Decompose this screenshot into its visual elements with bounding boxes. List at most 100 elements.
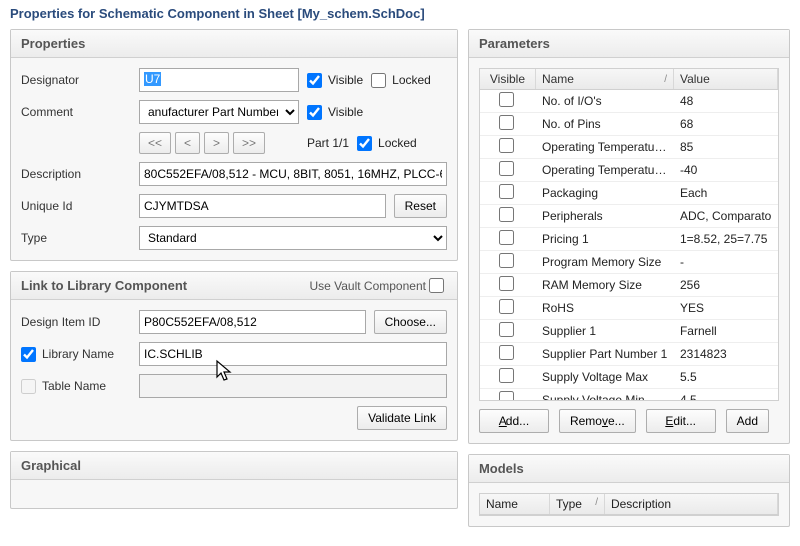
comment-select[interactable]: anufacturer Part Number* [139, 100, 299, 124]
reset-button[interactable]: Reset [394, 194, 447, 218]
table-name-input [139, 374, 447, 398]
param-visible-checkbox[interactable] [499, 299, 514, 314]
table-row[interactable]: Supply Voltage Max5.5 [480, 366, 778, 389]
table-row[interactable]: PeripheralsADC, Comparato [480, 205, 778, 228]
param-name-cell: RAM Memory Size [536, 276, 674, 294]
table-row[interactable]: Operating Temperature M-40 [480, 159, 778, 182]
param-name-cell: Operating Temperature M [536, 161, 674, 179]
table-row[interactable]: Supply Voltage Min4.5 [480, 389, 778, 400]
param-visible-checkbox[interactable] [499, 368, 514, 383]
designator-input[interactable] [139, 68, 299, 92]
param-visible-checkbox[interactable] [499, 207, 514, 222]
param-value-cell: Farnell [674, 322, 778, 340]
description-label: Description [21, 167, 131, 181]
uniqueid-input[interactable] [139, 194, 386, 218]
table-row[interactable]: RoHSYES [480, 297, 778, 320]
table-row[interactable]: No. of Pins68 [480, 113, 778, 136]
param-name-cell: RoHS [536, 299, 674, 317]
library-name-label: Library Name [42, 347, 114, 361]
link-title: Link to Library Component [21, 278, 187, 293]
use-vault-checkbox[interactable] [429, 278, 444, 293]
graphical-title: Graphical [21, 458, 81, 473]
param-visible-checkbox[interactable] [499, 276, 514, 291]
models-header-name[interactable]: Name [480, 494, 550, 514]
param-visible-checkbox[interactable] [499, 322, 514, 337]
choose-button[interactable]: Choose... [374, 310, 447, 334]
param-visible-checkbox[interactable] [499, 161, 514, 176]
properties-panel: Properties Designator U7 Visible Locked … [10, 29, 458, 261]
param-header-name[interactable]: Name/ [536, 69, 674, 89]
part-locked-checkbox[interactable] [357, 136, 372, 151]
param-add2-button[interactable]: Add [726, 409, 769, 433]
parameters-panel: Parameters Visible Name/ Value No. of I/… [468, 29, 790, 444]
param-visible-checkbox[interactable] [499, 345, 514, 360]
part-nav-last-button[interactable]: >> [233, 132, 265, 154]
graphical-panel: Graphical [10, 451, 458, 509]
param-name-cell: No. of Pins [536, 115, 674, 133]
param-value-cell: 85 [674, 138, 778, 156]
param-value-cell: Each [674, 184, 778, 202]
description-input[interactable] [139, 162, 447, 186]
param-value-cell: - [674, 253, 778, 271]
use-vault-label: Use Vault Component [309, 279, 426, 293]
designator-visible-checkbox[interactable] [307, 73, 322, 88]
properties-title: Properties [21, 36, 85, 51]
library-name-input[interactable] [139, 342, 447, 366]
part-nav-first-button[interactable]: << [139, 132, 171, 154]
param-visible-checkbox[interactable] [499, 391, 514, 400]
part-nav-prev-button[interactable]: < [175, 132, 200, 154]
library-name-checkbox[interactable] [21, 347, 36, 362]
param-value-cell: YES [674, 299, 778, 317]
part-text: Part 1/1 [307, 136, 349, 150]
param-visible-checkbox[interactable] [499, 115, 514, 130]
param-name-cell: Supply Voltage Min [536, 391, 674, 400]
models-header-type[interactable]: Type/ [550, 494, 605, 514]
table-name-checkbox [21, 379, 36, 394]
param-remove-button[interactable]: Remove... [559, 409, 636, 433]
param-name-cell: Packaging [536, 184, 674, 202]
comment-visible-checkbox[interactable] [307, 105, 322, 120]
table-row[interactable]: Supplier 1Farnell [480, 320, 778, 343]
param-edit-button[interactable]: Edit... [646, 409, 716, 433]
param-visible-checkbox[interactable] [499, 253, 514, 268]
param-visible-checkbox[interactable] [499, 230, 514, 245]
param-visible-checkbox[interactable] [499, 184, 514, 199]
table-row[interactable]: Program Memory Size- [480, 251, 778, 274]
models-panel: Models Name Type/ Description [468, 454, 790, 527]
comment-label: Comment [21, 105, 131, 119]
parameters-table: Visible Name/ Value No. of I/O's48No. of… [479, 68, 779, 401]
param-value-cell: 4.5 [674, 391, 778, 400]
param-visible-checkbox[interactable] [499, 92, 514, 107]
table-row[interactable]: Operating Temperature M85 [480, 136, 778, 159]
param-value-cell: 48 [674, 92, 778, 110]
param-header-visible[interactable]: Visible [480, 69, 536, 89]
designator-locked-checkbox[interactable] [371, 73, 386, 88]
designator-visible-label: Visible [328, 73, 363, 87]
param-value-cell: -40 [674, 161, 778, 179]
part-nav-next-button[interactable]: > [204, 132, 229, 154]
parameters-title: Parameters [479, 36, 550, 51]
validate-link-button[interactable]: Validate Link [357, 406, 447, 430]
design-item-input[interactable] [139, 310, 366, 334]
table-row[interactable]: Pricing 11=8.52, 25=7.75 [480, 228, 778, 251]
part-locked-label: Locked [378, 136, 417, 150]
models-header-description[interactable]: Description [605, 494, 778, 514]
table-row[interactable]: No. of I/O's48 [480, 90, 778, 113]
param-value-cell: 68 [674, 115, 778, 133]
table-row[interactable]: Supplier Part Number 12314823 [480, 343, 778, 366]
param-name-cell: Supplier 1 [536, 322, 674, 340]
param-header-value[interactable]: Value [674, 69, 778, 89]
type-select[interactable]: Standard [139, 226, 447, 250]
param-value-cell: ADC, Comparato [674, 207, 778, 225]
param-visible-checkbox[interactable] [499, 138, 514, 153]
param-add-button[interactable]: Add... [479, 409, 549, 433]
models-title: Models [479, 461, 524, 476]
table-row[interactable]: PackagingEach [480, 182, 778, 205]
param-name-cell: Program Memory Size [536, 253, 674, 271]
param-name-cell: No. of I/O's [536, 92, 674, 110]
table-row[interactable]: RAM Memory Size256 [480, 274, 778, 297]
uniqueid-label: Unique Id [21, 199, 131, 213]
comment-visible-label: Visible [328, 105, 363, 119]
design-item-label: Design Item ID [21, 315, 131, 329]
table-name-label: Table Name [42, 379, 106, 393]
